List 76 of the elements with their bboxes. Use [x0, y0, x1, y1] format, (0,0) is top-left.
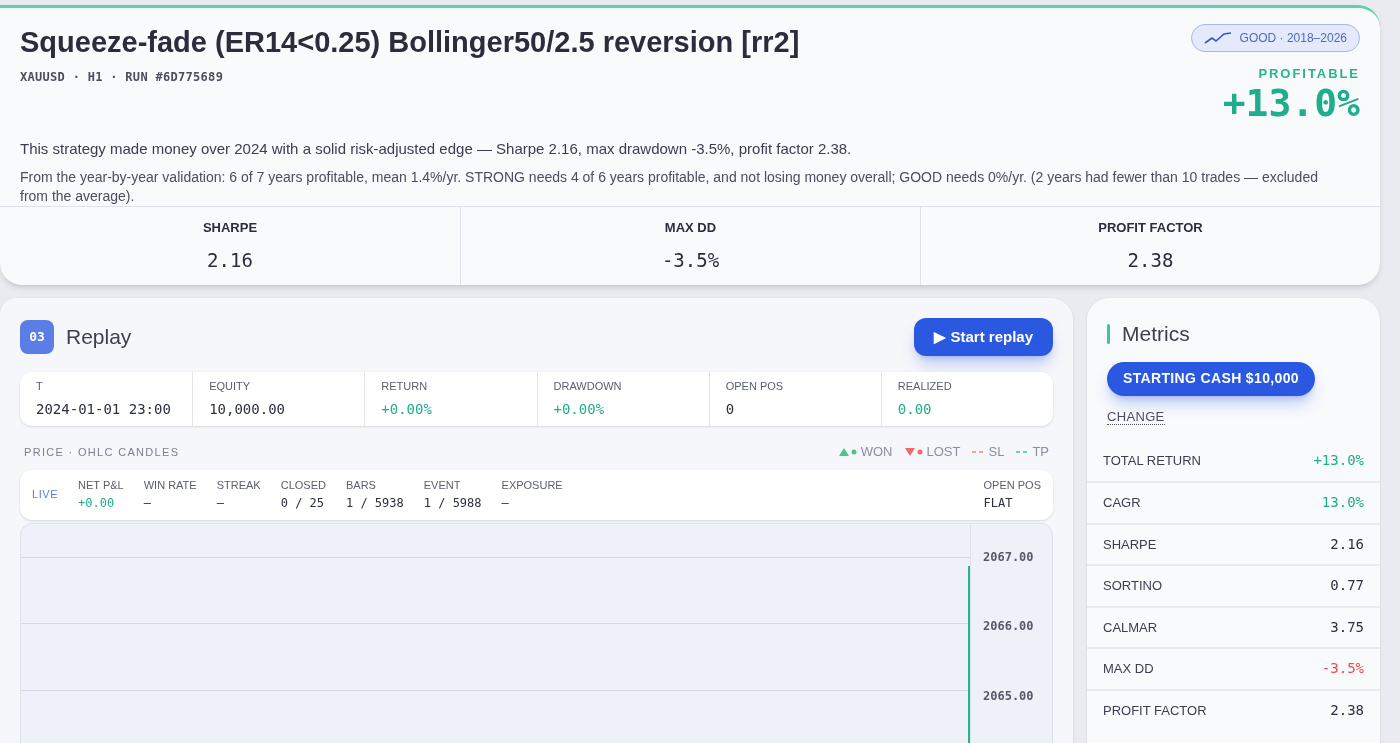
change-link[interactable]: CHANGE [1107, 408, 1165, 425]
stat-value: -3.5% [661, 247, 720, 273]
starting-cash-button[interactable]: STARTING CASH $10,000 [1107, 361, 1315, 396]
stat-label: DRAWDOWN [553, 379, 623, 395]
legend-label: TP [1032, 443, 1049, 461]
start-replay-button[interactable]: ▶ Start replay [914, 318, 1053, 356]
stat-value: — [216, 494, 225, 512]
stat-value: FLAT [983, 494, 1014, 512]
live-label: LIVE [32, 487, 59, 503]
stat-label: SHARPE [202, 219, 258, 237]
metric-label: CAGR [1103, 494, 1141, 512]
stat-label: EQUITY [209, 379, 252, 395]
run-subtitle: XAUUSD · H1 · RUN #6D775689 [20, 69, 225, 87]
metric-value: 3.75 [1330, 617, 1364, 637]
stat-value: — [501, 494, 510, 512]
won-marker-icon [838, 447, 857, 457]
chart-title: PRICE · OHLC CANDLES [24, 444, 180, 460]
stat-label: BARS [345, 478, 377, 494]
stat-value: 2.38 [1127, 247, 1174, 273]
dashed-line-icon [1016, 449, 1029, 454]
total-return: +13.0% [1222, 83, 1360, 122]
trend-icon [1203, 31, 1232, 45]
metric-label: PROFIT FACTOR [1103, 701, 1207, 720]
stat-label: RETURN [381, 379, 429, 395]
step-badge: 03 [20, 320, 54, 354]
legend-label: WON [860, 443, 893, 461]
metric-label: CALMAR [1103, 618, 1158, 637]
stat-value: 1 / 5938 [345, 494, 404, 512]
metric-label: TOTAL RETURN [1103, 451, 1201, 470]
stat-value: 0 [725, 399, 736, 419]
stat-value: 1 / 5988 [423, 494, 482, 512]
lost-marker-icon [904, 447, 923, 457]
legend-label: SL [988, 443, 1005, 461]
summary-text: This strategy made money over 2024 with a solid risk-adjusted edge — Sharpe 2.16, max drawdown -3.5%, profit factor 2.38. [20, 138, 853, 159]
accent-bar [1107, 323, 1110, 344]
stat-label: STREAK [216, 478, 261, 494]
stat-value: +0.00 [78, 494, 116, 512]
metric-value: 2.16 [1330, 534, 1364, 554]
price-axis-label: 2067.00 [982, 548, 1035, 566]
stat-value: — [143, 494, 152, 512]
stat-label: OPEN POS [983, 478, 1041, 494]
stat-label: EVENT [423, 478, 462, 494]
metric-value: 13.0% [1321, 493, 1364, 513]
stat-label: NET P&L [78, 478, 124, 494]
stat-label: MAX DD [664, 219, 717, 237]
stat-value: 2.16 [207, 247, 253, 273]
stat-label: CLOSED [280, 478, 326, 494]
metric-value: 2.38 [1330, 700, 1364, 720]
stat-label: PROFIT FACTOR [1098, 219, 1203, 237]
verdict-label: PROFITABLE [1258, 65, 1360, 83]
section-title: Replay [66, 324, 132, 351]
stat-value: 0.00 [897, 399, 933, 419]
stat-label: REALIZED [897, 379, 953, 395]
price-axis-label: 2066.00 [982, 618, 1035, 636]
section-title: Metrics [1122, 321, 1190, 347]
stat-label: WIN RATE [143, 478, 197, 494]
stat-value: +0.00% [553, 399, 606, 419]
strategy-title: Squeeze-fade (ER14<0.25) Bollinger50/2.5 reversion [rr2] [20, 25, 800, 60]
dashed-line-icon [972, 449, 985, 454]
stat-value: +0.00% [381, 399, 433, 419]
metric-label: SHARPE [1103, 535, 1157, 554]
stat-value: 0 / 25 [280, 494, 326, 512]
grade-badge: GOOD · 2018–2026 [1190, 24, 1360, 52]
metric-value: -3.5% [1321, 659, 1364, 679]
legend-label: LOST [926, 443, 961, 461]
metric-value: +13.0% [1313, 450, 1364, 470]
metric-label: MAX DD [1103, 660, 1154, 678]
metric-label: SORTINO [1103, 577, 1162, 595]
validation-text: From the year-by-year validation: 6 of 7 years profitable, mean 1.4%/yr. STRONG needs 4 of 6 years profitable, and not losing money overall; GOOD needs 0%/yr. (2 years had fewer than 10 trades — excluded from the average). [20, 168, 1319, 206]
stat-label: EXPOSURE [501, 478, 563, 494]
stat-label: OPEN POS [725, 379, 785, 395]
metric-value: 0.77 [1330, 576, 1364, 596]
stat-value: 10,000.00 [209, 399, 286, 419]
stat-label: T [36, 379, 44, 395]
stat-value: 2024-01-01 23:00 [36, 399, 172, 419]
price-axis-label: 2065.00 [982, 688, 1035, 706]
